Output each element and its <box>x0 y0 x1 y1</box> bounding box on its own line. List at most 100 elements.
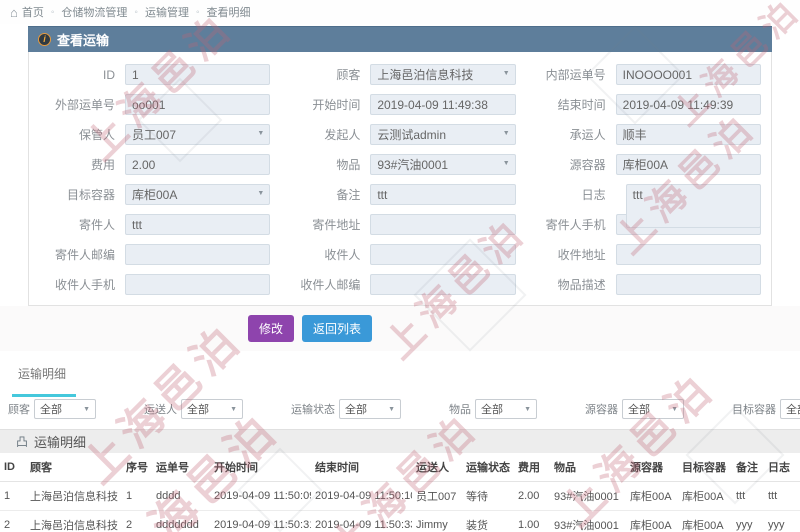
field-label-sender-address: 寄件地址 <box>312 218 361 232</box>
field-customer-select[interactable]: 上海邑泊信息科技 ▼ <box>370 64 516 85</box>
field-value: ttt <box>132 217 143 232</box>
filter-target-container: 目标容器全部▼ <box>732 399 800 419</box>
field-value: 员工007 <box>132 128 177 142</box>
field-external-waybill-input[interactable]: oo001 <box>125 94 271 115</box>
filter-label-transporter: 运送人 <box>144 404 177 416</box>
field-value: 1 <box>132 67 139 82</box>
form-field-initiator: 发起人 云测试admin ▼ <box>284 124 516 145</box>
form-field-sender-zip: 寄件人邮编 <box>39 244 271 265</box>
form-field-end-time: 结束时间 2019-04-09 11:49:39 <box>530 94 761 115</box>
table-cell: 2 <box>122 510 152 532</box>
field-label-internal-waybill: 内部运单号 <box>545 68 606 82</box>
page-title: 查看运输 <box>57 33 110 48</box>
filter-customer-select[interactable]: 全部 ▼ <box>34 399 96 419</box>
field-cost-input[interactable]: 2.00 <box>125 154 271 175</box>
form-field-receiver: 收件人 <box>284 244 516 265</box>
table-cell: 上海邑泊信息科技 <box>26 481 122 511</box>
column-header-10: 源容器 <box>626 453 678 482</box>
filter-status-select[interactable]: 全部 ▼ <box>339 399 401 419</box>
field-label-id: ID <box>103 67 115 82</box>
transport-form-panel: ID 1 顾客 上海邑泊信息科技 ▼ 内部运单号 INOOOO001 外部运单号 oo001 开始… <box>28 52 772 306</box>
field-item-description-input[interactable] <box>615 274 761 295</box>
back-to-list-button[interactable]: 返回列表 <box>302 315 373 342</box>
table-cell: dddd <box>152 481 210 511</box>
column-header-9: 物品 <box>550 453 626 482</box>
filter-item-select[interactable]: 全部 ▼ <box>475 399 537 419</box>
field-label-initiator: 发起人 <box>324 128 361 142</box>
table-row[interactable]: 2 上海邑泊信息科技 2 ddddddd 2019-04-09 11:50:31 2019… <box>0 510 800 532</box>
field-label-carrier: 承运人 <box>569 128 606 142</box>
chevron-down-icon: ▼ <box>230 405 237 413</box>
field-label-external-waybill: 外部运单号 <box>54 98 115 112</box>
field-receiver-zip-input[interactable] <box>370 274 516 295</box>
form-field-start-time: 开始时间 2019-04-09 11:49:38 <box>284 94 516 115</box>
field-value: 2019-04-09 11:49:39 <box>622 97 734 112</box>
field-value: 云测试admin <box>377 128 447 142</box>
chevron-down-icon: ▼ <box>257 190 265 197</box>
edit-button[interactable]: 修改 <box>248 315 295 342</box>
detail-filters: 顾客全部▼运送人全部▼运输状态全部▼物品全部▼源容器全部▼目标容器全部▼ <box>0 395 800 429</box>
field-sender-address-input[interactable] <box>370 214 516 235</box>
field-source-container-input[interactable]: 库柜00A <box>615 154 761 175</box>
filter-transporter-select[interactable]: 全部 ▼ <box>181 399 243 419</box>
table-row[interactable]: 1 上海邑泊信息科技 1 dddd 2019-04-09 11:50:09 2019-04… <box>0 481 800 511</box>
table-cell: 库柜00A <box>626 481 678 511</box>
table-cell: yyy <box>764 510 798 532</box>
field-receiver-input[interactable] <box>370 244 516 265</box>
field-remark-input[interactable]: ttt <box>370 184 516 205</box>
column-header-8: 费用 <box>514 453 550 482</box>
form-field-target-container: 目标容器 库柜00A ▼ <box>39 184 271 205</box>
field-value: 2.00 <box>132 157 156 172</box>
filter-target-container-select[interactable]: 全部▼ <box>780 399 800 419</box>
filter-source-container-select[interactable]: 全部 ▼ <box>622 399 684 419</box>
table-cell: 2019-04-09 11:50:10 <box>311 481 412 511</box>
chevron-down-icon: ▼ <box>388 405 395 413</box>
table-cell: 2019-04-09 11:50:31 <box>210 510 311 532</box>
chevron-down-icon: ▼ <box>83 405 90 413</box>
breadcrumb-home[interactable]: 首页 <box>22 4 44 20</box>
column-header-7: 运输状态 <box>462 453 514 482</box>
chevron-down-icon: ▼ <box>257 130 265 137</box>
field-carrier-input[interactable]: 顺丰 <box>615 124 761 145</box>
form-actions: 修改 返回列表 <box>0 306 800 351</box>
field-initiator-select[interactable]: 云测试admin ▼ <box>370 124 516 145</box>
field-target-container-select[interactable]: 库柜00A ▼ <box>125 184 271 205</box>
breadcrumb-separator-icon: ◦ <box>134 6 138 18</box>
home-icon: ⌂ <box>10 4 18 20</box>
field-value: 93#汽油0001 <box>377 158 449 172</box>
field-label-log: 日志 <box>581 188 606 202</box>
field-sender-input[interactable]: ttt <box>125 214 271 235</box>
breadcrumb-item[interactable]: 查看明细 <box>207 4 251 20</box>
table-cell: ttt <box>764 481 798 511</box>
table-cell: 库柜00A <box>678 510 732 532</box>
field-internal-waybill-input[interactable]: INOOOO001 <box>615 64 761 85</box>
field-label-customer: 顾客 <box>336 68 361 82</box>
field-label-sender-zip: 寄件人邮编 <box>54 248 115 262</box>
field-label-cost: 费用 <box>90 158 115 172</box>
field-item-select[interactable]: 93#汽油0001 ▼ <box>370 154 516 175</box>
table-cell: 装货 <box>462 510 514 532</box>
field-custodian-select[interactable]: 员工007 ▼ <box>125 124 271 145</box>
field-log-input[interactable]: ttt <box>625 184 761 228</box>
breadcrumb-item[interactable]: 仓储物流管理 <box>61 4 127 20</box>
field-start-time-input[interactable]: 2019-04-09 11:49:38 <box>370 94 516 115</box>
field-receiver-address-input[interactable] <box>615 244 761 265</box>
breadcrumb: ⌂ 首页 ◦ 仓储物流管理 ◦ 运输管理 ◦ 查看明细 <box>0 0 800 24</box>
table-cell: Jimmy <box>412 510 462 532</box>
breadcrumb-items: ◦ 仓储物流管理 ◦ 运输管理 ◦ 查看明细 <box>44 4 251 20</box>
table-cell: 2019-04-09 11:50:33 <box>311 510 412 532</box>
filter-item: 物品 全部 ▼ <box>449 399 537 419</box>
field-end-time-input[interactable]: 2019-04-09 11:49:39 <box>615 94 761 115</box>
filter-source-container: 源容器 全部 ▼ <box>585 399 684 419</box>
detail-tabstrip: 运输明细 <box>0 351 800 397</box>
breadcrumb-item[interactable]: 运输管理 <box>145 4 189 20</box>
field-label-custodian: 保管人 <box>78 128 115 142</box>
field-sender-zip-input[interactable] <box>125 244 271 265</box>
column-header-1: 顾客 <box>26 453 122 482</box>
tab-transport-detail[interactable]: 运输明细 <box>12 361 77 397</box>
column-header-4: 开始时间 <box>210 453 311 482</box>
field-id-input[interactable]: 1 <box>125 64 271 85</box>
field-receiver-mobile-input[interactable] <box>125 274 271 295</box>
chevron-down-icon: ▼ <box>671 405 678 413</box>
column-header-2: 序号 <box>122 453 152 482</box>
